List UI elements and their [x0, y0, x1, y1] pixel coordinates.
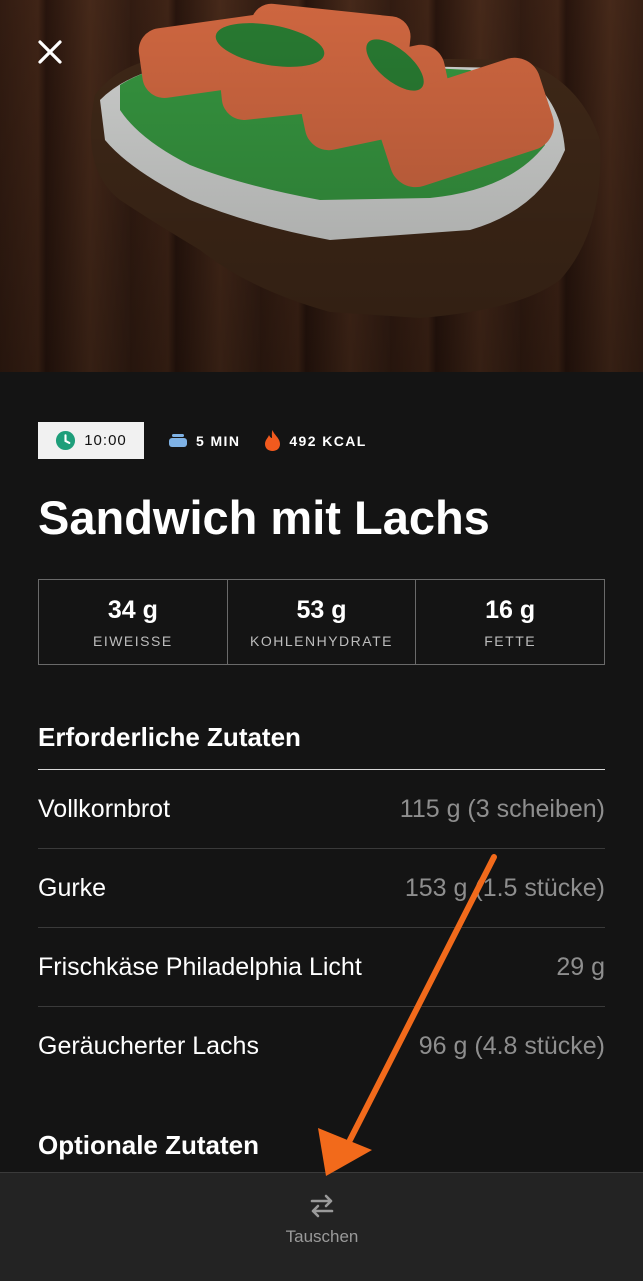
optional-ingredients-title: Optionale Zutaten — [38, 1130, 259, 1160]
duration-item: 5 MIN — [168, 432, 240, 450]
macro-label: EIWEISSE — [92, 632, 173, 649]
macro-value: 16 g — [485, 595, 536, 624]
ingredient-row[interactable]: Gurke 153 g (1.5 stücke) — [38, 849, 605, 928]
swap-icon — [310, 1194, 334, 1218]
ingredient-amount: 29 g — [556, 952, 605, 981]
ingredient-name: Geräucherter Lachs — [38, 1031, 259, 1060]
macros-table: 34 g EIWEISSE 53 g KOHLENHYDRATE 16 g FE… — [38, 579, 605, 665]
ingredient-name: Vollkornbrot — [38, 794, 171, 823]
close-button[interactable] — [30, 32, 70, 72]
ingredient-row[interactable]: Frischkäse Philadelphia Licht 29 g — [38, 928, 605, 1007]
ingredient-amount: 153 g (1.5 stücke) — [404, 873, 605, 902]
required-ingredients-title: Erforderliche Zutaten — [38, 722, 301, 752]
ingredient-amount: 115 g (3 scheiben) — [399, 794, 605, 823]
recipe-title: Sandwich mit Lachs — [38, 491, 490, 544]
hero-shade — [0, 0, 643, 372]
calories-value: 492 KCAL — [289, 432, 367, 449]
flame-icon — [265, 430, 281, 451]
macro-fat: 16 g FETTE — [416, 580, 604, 664]
macro-label: FETTE — [484, 632, 537, 649]
duration-value: 5 MIN — [196, 432, 241, 449]
ingredient-name: Gurke — [38, 873, 107, 902]
time-value: 10:00 — [84, 432, 127, 449]
clock-icon — [56, 430, 76, 451]
pot-icon — [169, 433, 187, 447]
macro-value: 53 g — [296, 595, 347, 624]
macro-value: 34 g — [107, 595, 158, 624]
recipe-photo — [0, 0, 643, 372]
time-badge[interactable]: 10:00 — [38, 422, 144, 459]
close-icon — [38, 40, 62, 64]
ingredient-row[interactable]: Geräucherter Lachs 96 g (4.8 stücke) — [38, 1007, 605, 1085]
macro-carbs: 53 g KOHLENHYDRATE — [228, 580, 417, 664]
calories-item: 492 KCAL — [264, 429, 366, 452]
macro-protein: 34 g EIWEISSE — [39, 580, 228, 664]
ingredient-name: Frischkäse Philadelphia Licht — [38, 952, 362, 981]
recipe-meta: 10:00 5 MIN 492 KCAL — [38, 422, 367, 459]
ingredient-list: Vollkornbrot 115 g (3 scheiben) Gurke 15… — [38, 770, 605, 1085]
swap-label: Tauschen — [285, 1227, 359, 1246]
macro-label: KOHLENHYDRATE — [250, 632, 393, 649]
swap-button[interactable]: Tauschen — [260, 1191, 384, 1261]
ingredient-row[interactable]: Vollkornbrot 115 g (3 scheiben) — [38, 770, 605, 849]
bottom-bar: Tauschen — [0, 1172, 643, 1281]
ingredient-amount: 96 g (4.8 stücke) — [418, 1031, 605, 1060]
